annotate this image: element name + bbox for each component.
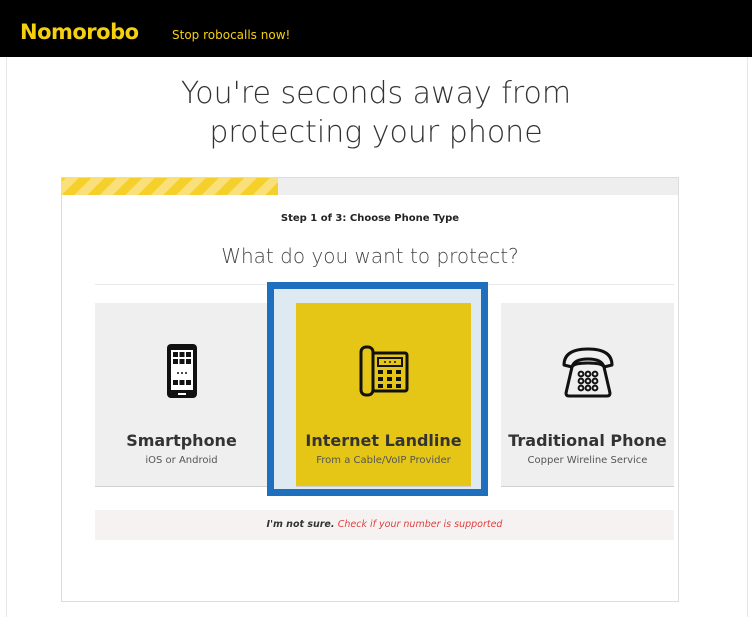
option-traditional-phone[interactable]: Traditional Phone Copper Wireline Servic… xyxy=(501,303,674,487)
option-subtitle: Copper Wireline Service xyxy=(527,455,648,466)
check-number-link[interactable]: Check if your number is supported xyxy=(338,519,503,530)
smartphone-icon xyxy=(95,343,268,403)
not-sure-label: I'm not sure. xyxy=(266,519,338,530)
headline-line-2: protecting your phone xyxy=(209,115,543,150)
option-subtitle: iOS or Android xyxy=(145,455,218,466)
top-bar: Nomorobo Stop robocalls now! xyxy=(0,0,752,57)
rotary-phone-icon xyxy=(501,343,674,403)
option-title: Traditional Phone xyxy=(508,431,667,450)
option-smartphone[interactable]: Smartphone iOS or Android xyxy=(95,303,268,487)
step-label: Step 1 of 3: Choose Phone Type xyxy=(280,213,460,224)
wizard-card: Step 1 of 3: Choose Phone Type What do y… xyxy=(61,177,679,602)
option-title: Internet Landline xyxy=(305,431,462,450)
desk-phone-icon xyxy=(296,343,471,403)
progress-fill xyxy=(62,178,278,195)
option-subtitle: From a Cable/VoIP Provider xyxy=(316,455,451,466)
brand-tagline: Stop robocalls now! xyxy=(172,28,291,42)
wizard-question: What do you want to protect? xyxy=(221,244,519,268)
not-sure-bar: I'm not sure. Check if your number is su… xyxy=(95,510,674,540)
page-headline: You're seconds away from protecting your… xyxy=(0,74,752,152)
brand-logo[interactable]: Nomorobo xyxy=(20,20,139,44)
progress-bar xyxy=(62,178,678,195)
option-title: Smartphone xyxy=(126,431,237,450)
headline-line-1: You're seconds away from xyxy=(180,76,572,111)
option-internet-landline[interactable]: Internet Landline From a Cable/VoIP Prov… xyxy=(296,303,471,487)
